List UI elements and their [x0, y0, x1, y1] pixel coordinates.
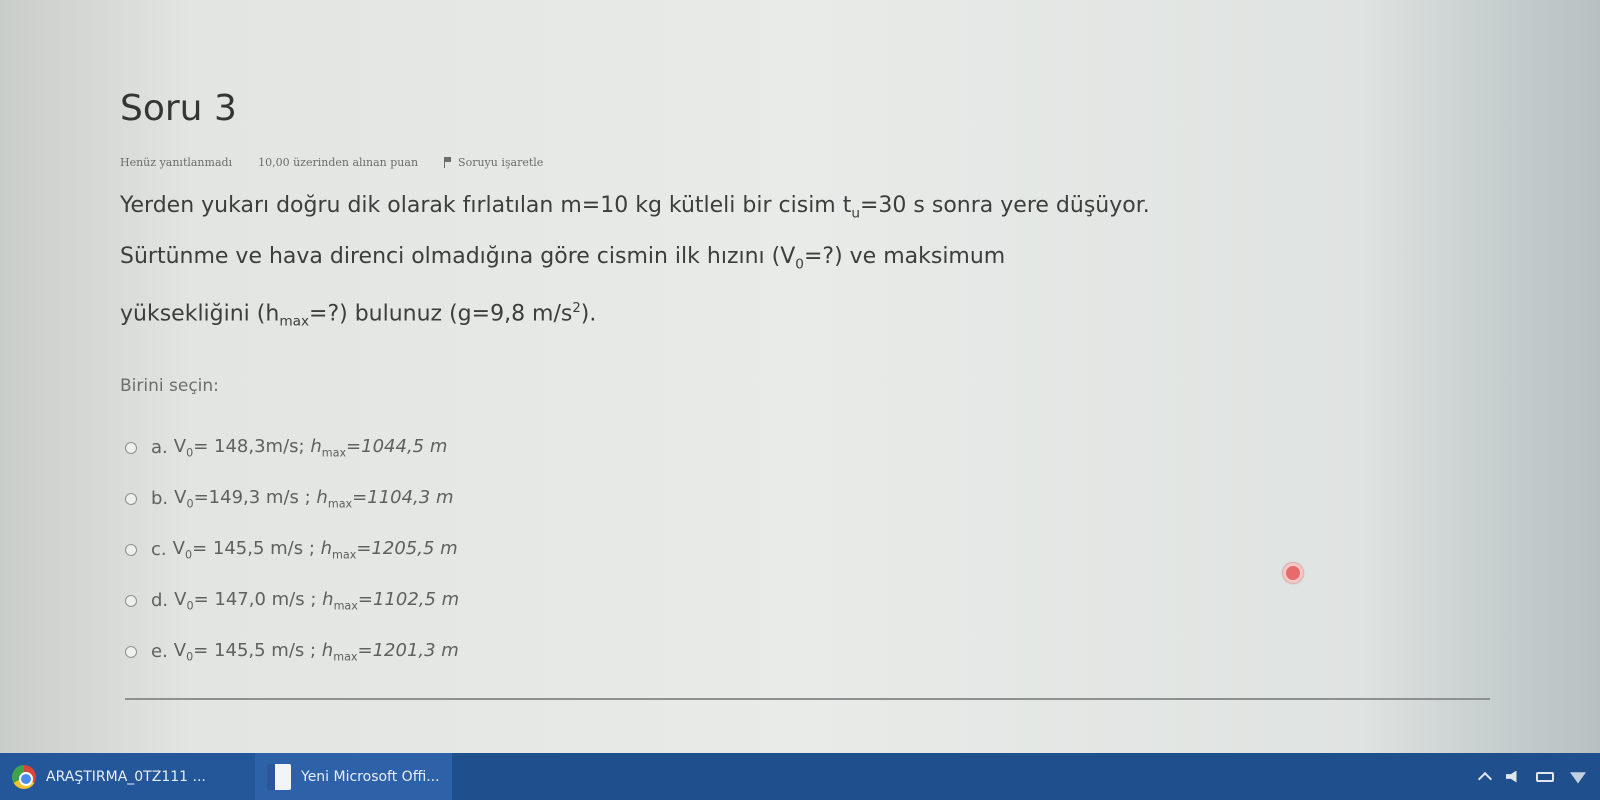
speaker-icon[interactable]	[1506, 770, 1517, 783]
flag-icon	[444, 157, 452, 168]
question-panel: Soru 3 Henüz yanıtlanmadı 10,00 üzerinde…	[100, 60, 1490, 750]
divider	[125, 698, 1490, 700]
flag-question-label: Soruyu işaretle	[458, 156, 544, 169]
question-line-2: Sürtünme ve hava direnci olmadığına göre…	[120, 244, 1006, 273]
question-title: Soru 3	[120, 88, 237, 129]
taskbar-item-label: Yeni Microsoft Offi...	[301, 768, 440, 785]
chevron-up-icon[interactable]	[1477, 771, 1493, 787]
answer-options: a. V0= 148,3m/s; hmax=1044,5 m b. V0=149…	[125, 422, 459, 677]
taskbar: ARAŞTIRMA_0TZ111 ... Yeni Microsoft Offi…	[0, 753, 1600, 800]
word-icon	[267, 763, 291, 790]
wifi-icon[interactable]	[1570, 772, 1586, 784]
radio-button[interactable]	[125, 594, 137, 607]
option-text: V0= 145,5 m/s ; hmax=1205,5 m	[172, 537, 458, 562]
radio-button[interactable]	[125, 543, 137, 556]
option-text: V0= 148,3m/s; hmax=1044,5 m	[173, 435, 448, 460]
option-text: V0= 145,5 m/s ; hmax=1201,3 m	[173, 639, 459, 664]
option-e[interactable]: e. V0= 145,5 m/s ; hmax=1201,3 m	[125, 626, 459, 677]
question-line-3: yüksekliğini (hmax=?) bulunuz (g=9,8 m/s…	[120, 300, 597, 330]
answer-status: Henüz yanıtlanmadı	[120, 156, 233, 169]
question-marks: 10,00 üzerinden alınan puan	[258, 156, 419, 169]
radio-button[interactable]	[125, 492, 137, 505]
question-text: Yerden yukarı doğru dik olarak fırlatıla…	[120, 184, 1410, 344]
taskbar-item-chrome[interactable]: ARAŞTIRMA_0TZ111 ...	[0, 753, 255, 800]
taskbar-item-word[interactable]: Yeni Microsoft Offi...	[255, 753, 452, 800]
cursor-icon	[1283, 563, 1303, 583]
battery-icon[interactable]	[1536, 771, 1554, 782]
question-line-1: Yerden yukarı doğru dik olarak fırlatıla…	[120, 193, 1150, 222]
radio-button[interactable]	[125, 645, 137, 658]
taskbar-item-label: ARAŞTIRMA_0TZ111 ...	[46, 768, 206, 785]
system-tray	[1477, 769, 1600, 787]
choose-one-prompt: Birini seçin:	[120, 376, 219, 396]
option-text: V0= 147,0 m/s ; hmax=1102,5 m	[174, 588, 460, 613]
option-b[interactable]: b. V0=149,3 m/s ; hmax=1104,3 m	[125, 473, 459, 524]
option-d[interactable]: d. V0= 147,0 m/s ; hmax=1102,5 m	[125, 575, 459, 626]
option-a[interactable]: a. V0= 148,3m/s; hmax=1044,5 m	[125, 422, 459, 473]
flag-question-link[interactable]: Soruyu işaretle	[444, 156, 543, 169]
radio-button[interactable]	[125, 441, 137, 454]
option-c[interactable]: c. V0= 145,5 m/s ; hmax=1205,5 m	[125, 524, 459, 575]
question-meta: Henüz yanıtlanmadı 10,00 üzerinden alına…	[120, 156, 543, 169]
option-text: V0=149,3 m/s ; hmax=1104,3 m	[174, 486, 454, 511]
chrome-icon	[12, 764, 36, 789]
